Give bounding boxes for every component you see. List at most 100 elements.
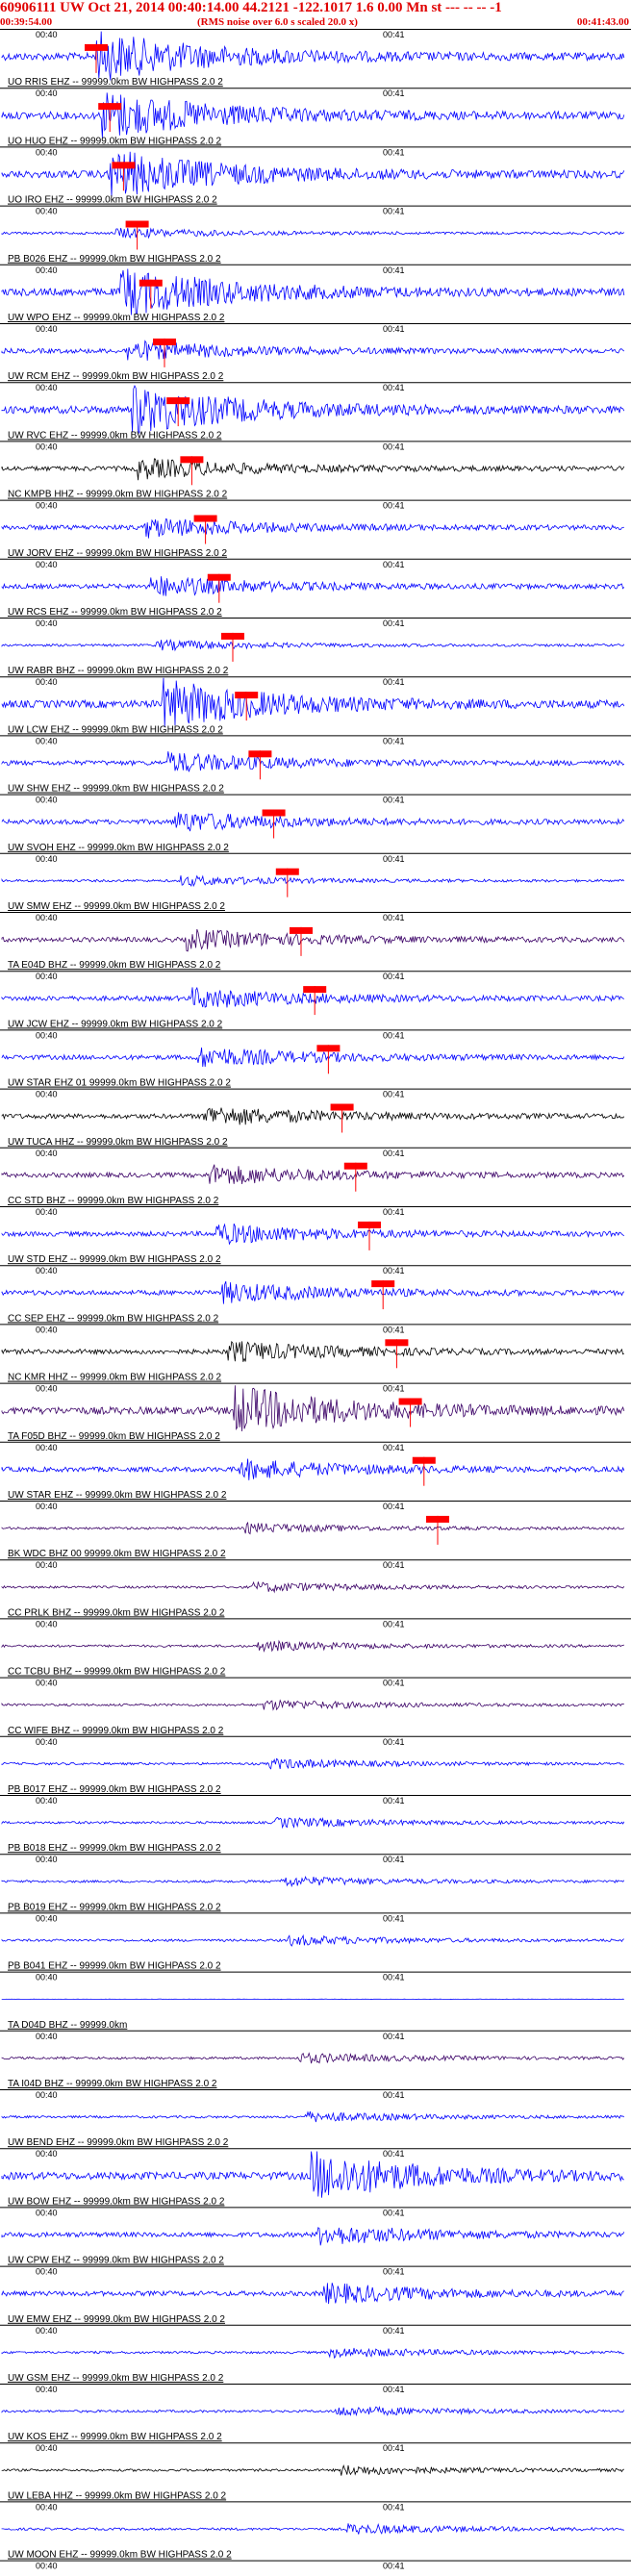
- tick-label-0041: 00:41: [383, 1796, 405, 1806]
- waveform: [1, 638, 625, 652]
- waveform: [1, 1223, 625, 1246]
- waveform: [1, 2464, 625, 2476]
- tick-label-0040: 00:40: [36, 1384, 58, 1394]
- trace-row: 00:40 00:41 PB B019 EHZ -- 99999.0km BW HI…: [0, 1854, 631, 1912]
- waveform: [1, 576, 625, 596]
- station-label: UW CPW EHZ -- 99999.0km BW HIGHPASS 2.0 …: [8, 2256, 224, 2266]
- trace-row: 00:40 00:41 PB B018 EHZ -- 99999.0km BW HI…: [0, 1795, 631, 1854]
- station-label: CC PRLK BHZ -- 99999.0km BW HIGHPASS 2.0…: [8, 1607, 225, 1618]
- tick-label-0041: 00:41: [383, 2326, 405, 2336]
- tick-label-0040: 00:40: [36, 1443, 58, 1452]
- trace-row: 00:40 00:41 UW RABR BHZ -- 99999.0km BW HI…: [0, 618, 631, 676]
- tick-label-0041: 00:41: [383, 442, 405, 451]
- trace-row: 00:40 00:41 UW WPO EHZ -- 99999.0km BW HIG…: [0, 264, 631, 323]
- station-label: PB B026 EHZ -- 99999.0km BW HIGHPASS 2.0…: [8, 254, 221, 265]
- station-label: CC WIFE BHZ -- 99999.0km BW HIGHPASS 2.0…: [8, 1726, 224, 1736]
- trace-row: 00:40 00:41 UW CPW EHZ -- 99999.0km BW HIG…: [0, 2207, 631, 2266]
- tick-label-0040: 00:40: [36, 1913, 58, 1923]
- tick-label-0041: 00:41: [383, 1325, 405, 1334]
- trace-row: 00:40 00:41 UW SMW EHZ -- 99999.0km BW HIG…: [0, 852, 631, 912]
- waveform: [1, 1757, 624, 1770]
- trace-row: 00:40 00:41 UW STD EHZ -- 99999.0km BW HIG…: [0, 1206, 631, 1265]
- waveform: [1, 1639, 624, 1654]
- tick-label-0041: 00:41: [383, 1384, 405, 1394]
- trace-row: 00:40 00:41 CC TCBU BHZ -- 99999.0km BW HI…: [0, 1618, 631, 1678]
- waveform: [1, 874, 625, 888]
- station-label: TA E04D BHZ -- 99999.0km BW HIGHPASS 2.0…: [8, 960, 221, 971]
- waveform: [1, 2110, 625, 2123]
- tick-label-0041: 00:41: [383, 677, 405, 687]
- tick-label-0040: 00:40: [36, 442, 58, 451]
- tick-label-0040: 00:40: [36, 2032, 58, 2041]
- tick-label-0041: 00:41: [383, 1560, 405, 1570]
- waveform: [1, 384, 625, 434]
- waveform: [1, 1385, 625, 1432]
- trace-row: 00:40 00:41 CC STD BHZ -- 99999.0km BW HIG…: [0, 1147, 631, 1206]
- trace-row: 00:40 00:41 UW STAR EHZ 01 99999.0km BW HI…: [0, 1029, 631, 1089]
- tick-label-0040: 00:40: [36, 207, 58, 216]
- tick-label-0040: 00:40: [36, 2443, 58, 2453]
- tick-label-0040: 00:40: [36, 1207, 58, 1217]
- tick-label-0041: 00:41: [383, 913, 405, 922]
- station-label: UW BEND EHZ -- 99999.0km BW HIGHPASS 2.0…: [8, 2137, 229, 2148]
- tick-label-0040: 00:40: [36, 2090, 58, 2100]
- trace-row: 00:40 00:41 PB B017 EHZ -- 99999.0km BW HI…: [0, 1735, 631, 1795]
- tick-label-0041: 00:41: [383, 1090, 405, 1099]
- tick-label-0040: 00:40: [36, 2149, 58, 2159]
- trace-row: 00:40 00:41 UW GSM EHZ -- 99999.0km BW HIG…: [0, 2324, 631, 2384]
- tick-label-0041: 00:41: [383, 265, 405, 275]
- station-label: UW SHW EHZ -- 99999.0km BW HIGHPASS 2.0 …: [8, 784, 224, 795]
- waveform: [1, 1164, 625, 1185]
- trace-row: 00:40 00:41 CC WIFE BHZ -- 99999.0km BW HI…: [0, 1677, 631, 1736]
- tick-label-0041: 00:41: [383, 383, 405, 392]
- station-label: UW KOS EHZ -- 99999.0km BW HIGHPASS 2.0 …: [8, 2432, 222, 2442]
- trace-row: 00:40 00:41 UW MOON EHZ -- 99999.0km BW HI…: [0, 2501, 631, 2561]
- trace-row: 00:40 00:41 UW KOS EHZ -- 99999.0km BW HIG…: [0, 2384, 631, 2442]
- station-label: UW RCS EHZ -- 99999.0km BW HIGHPASS 2.0 …: [8, 607, 222, 618]
- tick-label-0040: 00:40: [36, 1973, 58, 1983]
- waveform: [1, 928, 625, 952]
- trace-row: 00:40 00:41 UW LCW EHZ -- 99999.0km BW HIG…: [0, 676, 631, 735]
- tick-label-0040: 00:40: [36, 88, 58, 98]
- waveform: [1, 1280, 625, 1304]
- waveform: [1, 1340, 624, 1362]
- trace-row: 00:40 00:41 UW TUCA HHZ -- 99999.0km BW HI…: [0, 1088, 631, 1148]
- station-label: UW GSM EHZ -- 99999.0km BW HIGHPASS 2.0 …: [8, 2373, 224, 2384]
- trace-row: 00:40 00:41 UW STAR EHZ -- 99999.0km BW HI…: [0, 1441, 631, 1501]
- trace-row: 00:40 00:41 TA F05D BHZ -- 99999.0km BW HI…: [0, 1382, 631, 1442]
- tick-label-0041: 00:41: [383, 2090, 405, 2100]
- tick-label-0040: 00:40: [36, 147, 58, 157]
- tick-label-0040: 00:40: [36, 1796, 58, 1806]
- trace-row: 00:40 00:41 NC KMR HHZ -- 99999.0km BW HIG…: [0, 1324, 631, 1383]
- tick-label-0041: 00:41: [383, 1679, 405, 1688]
- station-label: UW TUCA HHZ -- 99999.0km BW HIGHPASS 2.0…: [8, 1137, 228, 1148]
- waveform: [1, 458, 625, 481]
- station-label: UW LEBA HHZ -- 99999.0km BW HIGHPASS 2.0…: [8, 2490, 227, 2501]
- tick-label-0041: 00:41: [383, 1502, 405, 1511]
- station-label: PB B018 EHZ -- 99999.0km BW HIGHPASS 2.0…: [8, 1843, 221, 1854]
- waveform: [1, 340, 625, 361]
- station-label: UW BOW EHZ -- 99999.0km BW HIGHPASS 2.0 …: [8, 2196, 225, 2207]
- waveform: [1, 1876, 625, 1888]
- tick-label-0040: 00:40: [36, 383, 58, 392]
- tick-label-0041: 00:41: [383, 2385, 405, 2394]
- trace-row: 00:40 00:41 UO RRIS EHZ -- 99999.0km BW HI…: [0, 29, 631, 88]
- tick-label-0041: 00:41: [383, 854, 405, 864]
- tick-label-0041: 00:41: [383, 207, 405, 216]
- tick-label-0040: 00:40: [36, 736, 58, 745]
- tick-label-0040: 00:40: [36, 2385, 58, 2394]
- trace-row: 00:40 00:41 PB B041 EHZ -- 99999.0km BW HI…: [0, 1912, 631, 1972]
- trace-row: 00:40 00:41 BK WDC BHZ 00 99999.0km BW HIG…: [0, 1501, 631, 1559]
- waveform: [1, 1580, 625, 1594]
- tick-label-0040: 00:40: [36, 2562, 58, 2571]
- trace-row: 00:40 00:41 UW LEBA HHZ -- 99999.0km BW HI…: [0, 2442, 631, 2501]
- station-label: TA I04D BHZ -- 99999.0km BW HIGHPASS 2.0…: [8, 2079, 217, 2089]
- waveform: [1, 1458, 625, 1480]
- tick-label-0040: 00:40: [36, 913, 58, 922]
- tick-label-0041: 00:41: [383, 1855, 405, 1864]
- trace-row: 00:40 00:41 UO IRO EHZ -- 99999.0km BW HIG…: [0, 146, 631, 206]
- trace-row: 00:40 00:41 UW BOW EHZ -- 99999.0km BW HIG…: [0, 2148, 631, 2207]
- station-label: CC SEP EHZ -- 99999.0km BW HIGHPASS 2.0 …: [8, 1313, 219, 1324]
- trace-row: 00:40 00:41 PB B026 EHZ -- 99999.0km BW HI…: [0, 205, 631, 265]
- tick-label-0040: 00:40: [36, 324, 58, 334]
